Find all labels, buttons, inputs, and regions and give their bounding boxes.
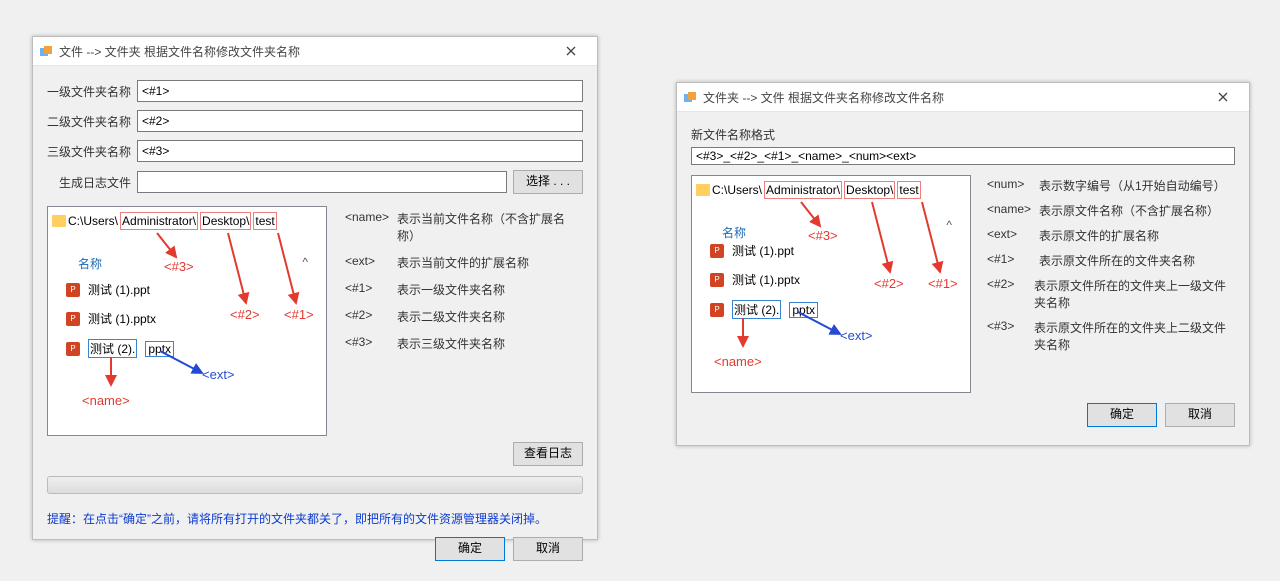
format-label: 新文件名称格式 (691, 126, 1235, 143)
legend-value: 表示原文件所在的文件夹上一级文件夹名称 (1034, 277, 1235, 311)
list-column-header: 名称 (722, 224, 746, 241)
dialog-file-to-folder: 文件 --> 文件夹 根据文件名称修改文件夹名称 一级文件夹名称 二级文件夹名称… (32, 36, 598, 540)
addr-seg-desktop: Desktop\ (844, 181, 895, 199)
close-icon[interactable] (551, 41, 591, 61)
level1-input[interactable] (137, 80, 583, 102)
legend-value: 表示原文件的扩展名称 (1039, 227, 1159, 244)
legend-key: <ext> (987, 227, 1029, 244)
legend-key: <#2> (345, 308, 387, 325)
legend-value: 表示数字编号（从1开始自动编号） (1039, 177, 1226, 194)
folder-icon (52, 215, 66, 227)
preview-panel: C:\Users\Administrator\Desktop\test 名称 ^… (47, 206, 327, 436)
callout-ext: <ext> (202, 367, 235, 382)
cancel-button[interactable]: 取消 (1165, 403, 1235, 427)
legend-value: 表示一级文件夹名称 (397, 281, 505, 298)
dialog-folder-to-file: 文件夹 --> 文件 根据文件夹名称修改文件名称 新文件名称格式 C:\User… (676, 82, 1250, 446)
legend-value: 表示原文件所在的文件夹名称 (1039, 252, 1195, 269)
ok-button[interactable]: 确定 (435, 537, 505, 561)
list-item: P 测试 (1).ppt (710, 242, 818, 259)
close-icon[interactable] (1203, 87, 1243, 107)
chevron-up-icon: ^ (946, 218, 952, 232)
titlebar: 文件夹 --> 文件 根据文件夹名称修改文件名称 (677, 83, 1249, 112)
legend-value: 表示当前文件名称（不含扩展名称） (397, 210, 583, 244)
addr-seg: C:\Users\ (712, 183, 762, 197)
legend-value: 表示二级文件夹名称 (397, 308, 505, 325)
progress-bar (47, 476, 583, 494)
window-title: 文件 --> 文件夹 根据文件名称修改文件夹名称 (59, 43, 545, 60)
addr-seg-test: test (253, 212, 276, 230)
folder-icon (696, 184, 710, 196)
callout-name: <name> (82, 393, 130, 408)
addr-seg-admin: Administrator\ (764, 181, 842, 199)
level2-label: 二级文件夹名称 (47, 113, 137, 130)
callout-name: <name> (714, 354, 762, 369)
legend-key: <name> (345, 210, 387, 244)
preview-panel: C:\Users\Administrator\Desktop\test 名称 ^… (691, 175, 971, 393)
legend-value: 表示当前文件的扩展名称 (397, 254, 529, 271)
powerpoint-icon: P (710, 303, 724, 317)
legend: <num> 表示数字编号（从1开始自动编号） <name> 表示原文件名称（不含扩展… (987, 175, 1235, 393)
legend-key: <#1> (987, 252, 1029, 269)
legend-key: <#1> (345, 281, 387, 298)
chevron-up-icon: ^ (302, 255, 308, 269)
legend-key: <ext> (345, 254, 387, 271)
file-name: 测试 (1).pptx (88, 310, 156, 327)
form: 一级文件夹名称 二级文件夹名称 三级文件夹名称 生成日志文件 选择 . . . (33, 66, 597, 436)
format-input[interactable] (691, 147, 1235, 165)
callout-hash3: <#3> (808, 228, 838, 243)
level2-input[interactable] (137, 110, 583, 132)
addr-seg-desktop: Desktop\ (200, 212, 251, 230)
list-item: P 测试 (1).ppt (66, 281, 174, 298)
view-log-button[interactable]: 查看日志 (513, 442, 583, 466)
list-column-header: 名称 (78, 255, 102, 272)
legend-value: 表示三级文件夹名称 (397, 335, 505, 352)
legend-value: 表示原文件名称（不含扩展名称） (1039, 202, 1219, 219)
level3-label: 三级文件夹名称 (47, 143, 137, 160)
callout-hash3: <#3> (164, 259, 194, 274)
addr-seg-test: test (897, 181, 920, 199)
callout-hash2: <#2> (874, 276, 904, 291)
callout-ext: <ext> (840, 328, 873, 343)
level1-label: 一级文件夹名称 (47, 83, 137, 100)
logfile-label: 生成日志文件 (47, 174, 137, 191)
ok-button[interactable]: 确定 (1087, 403, 1157, 427)
legend-key: <num> (987, 177, 1029, 194)
legend-value: 表示原文件所在的文件夹上二级文件夹名称 (1034, 319, 1235, 353)
legend: <name>表示当前文件名称（不含扩展名称） <ext>表示当前文件的扩展名称 … (345, 206, 583, 436)
powerpoint-icon: P (66, 342, 80, 356)
powerpoint-icon: P (66, 312, 80, 326)
file-name: 测试 (1).ppt (88, 281, 150, 298)
powerpoint-icon: P (710, 273, 724, 287)
logfile-input[interactable] (137, 171, 507, 193)
address-bar: C:\Users\Administrator\Desktop\test (52, 211, 322, 231)
address-bar: C:\Users\Administrator\Desktop\test (696, 180, 966, 200)
callout-hash1: <#1> (284, 307, 314, 322)
legend-key: <#2> (987, 277, 1024, 311)
app-icon (683, 90, 697, 104)
titlebar: 文件 --> 文件夹 根据文件名称修改文件夹名称 (33, 37, 597, 66)
browse-button[interactable]: 选择 . . . (513, 170, 583, 194)
window-title: 文件夹 --> 文件 根据文件夹名称修改文件名称 (703, 89, 1197, 106)
callout-hash1: <#1> (928, 276, 958, 291)
addr-seg: C:\Users\ (68, 214, 118, 228)
powerpoint-icon: P (710, 244, 724, 258)
file-name: 测试 (1).ppt (732, 242, 794, 259)
level3-input[interactable] (137, 140, 583, 162)
callout-hash2: <#2> (230, 307, 260, 322)
file-name: 测试 (1).pptx (732, 271, 800, 288)
warning-text: 提醒：在点击“确定”之前，请将所有打开的文件夹都关了，即把所有的文件资源管理器关… (47, 510, 583, 527)
app-icon (39, 44, 53, 58)
cancel-button[interactable]: 取消 (513, 537, 583, 561)
addr-seg-admin: Administrator\ (120, 212, 198, 230)
powerpoint-icon: P (66, 283, 80, 297)
list-item: P 测试 (1).pptx (710, 271, 818, 288)
legend-key: <#3> (345, 335, 387, 352)
legend-key: <#3> (987, 319, 1024, 353)
list-item: P 测试 (1).pptx (66, 310, 174, 327)
legend-key: <name> (987, 202, 1029, 219)
